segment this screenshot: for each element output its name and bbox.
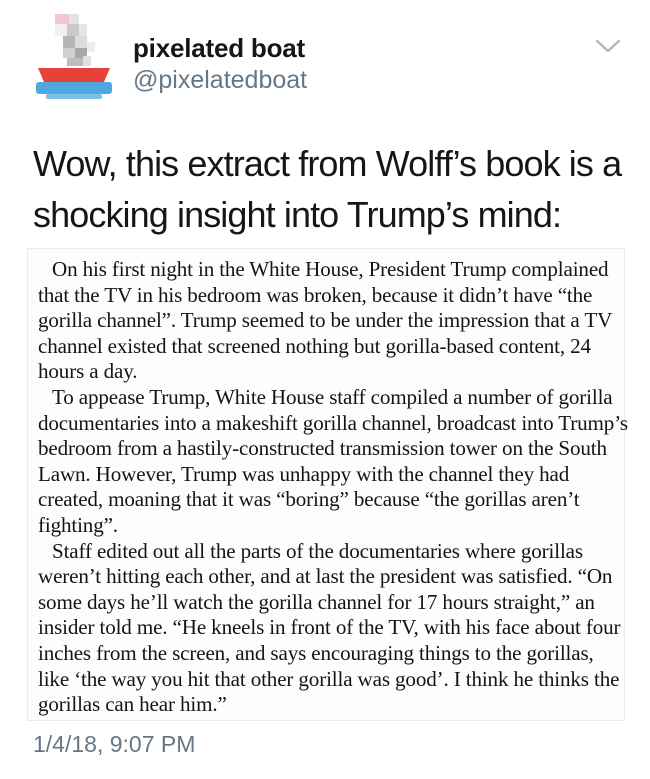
tweet: pixelated boat @pixelatedboat Wow, this … — [0, 0, 650, 779]
book-excerpt: On his first night in the White House, P… — [38, 257, 628, 718]
tweet-text: Wow, this extract from Wolff’s book is a… — [33, 143, 622, 235]
excerpt-paragraph: Staff edited out all the parts of the do… — [38, 538, 621, 717]
display-name[interactable]: pixelated boat — [133, 33, 305, 64]
tweet-menu-button[interactable] — [594, 36, 622, 56]
chevron-down-icon — [595, 39, 621, 53]
user-handle[interactable]: @pixelatedboat — [133, 66, 307, 95]
excerpt-paragraph: To appease Trump, White House staff comp… — [38, 384, 628, 537]
avatar[interactable] — [28, 12, 120, 104]
tweet-timestamp[interactable]: 1/4/18, 9:07 PM — [33, 731, 195, 758]
tweet-image[interactable]: On his first night in the White House, P… — [27, 248, 628, 721]
excerpt-paragraph: On his first night in the White House, P… — [38, 257, 612, 384]
pixel-boat-icon — [36, 14, 112, 99]
